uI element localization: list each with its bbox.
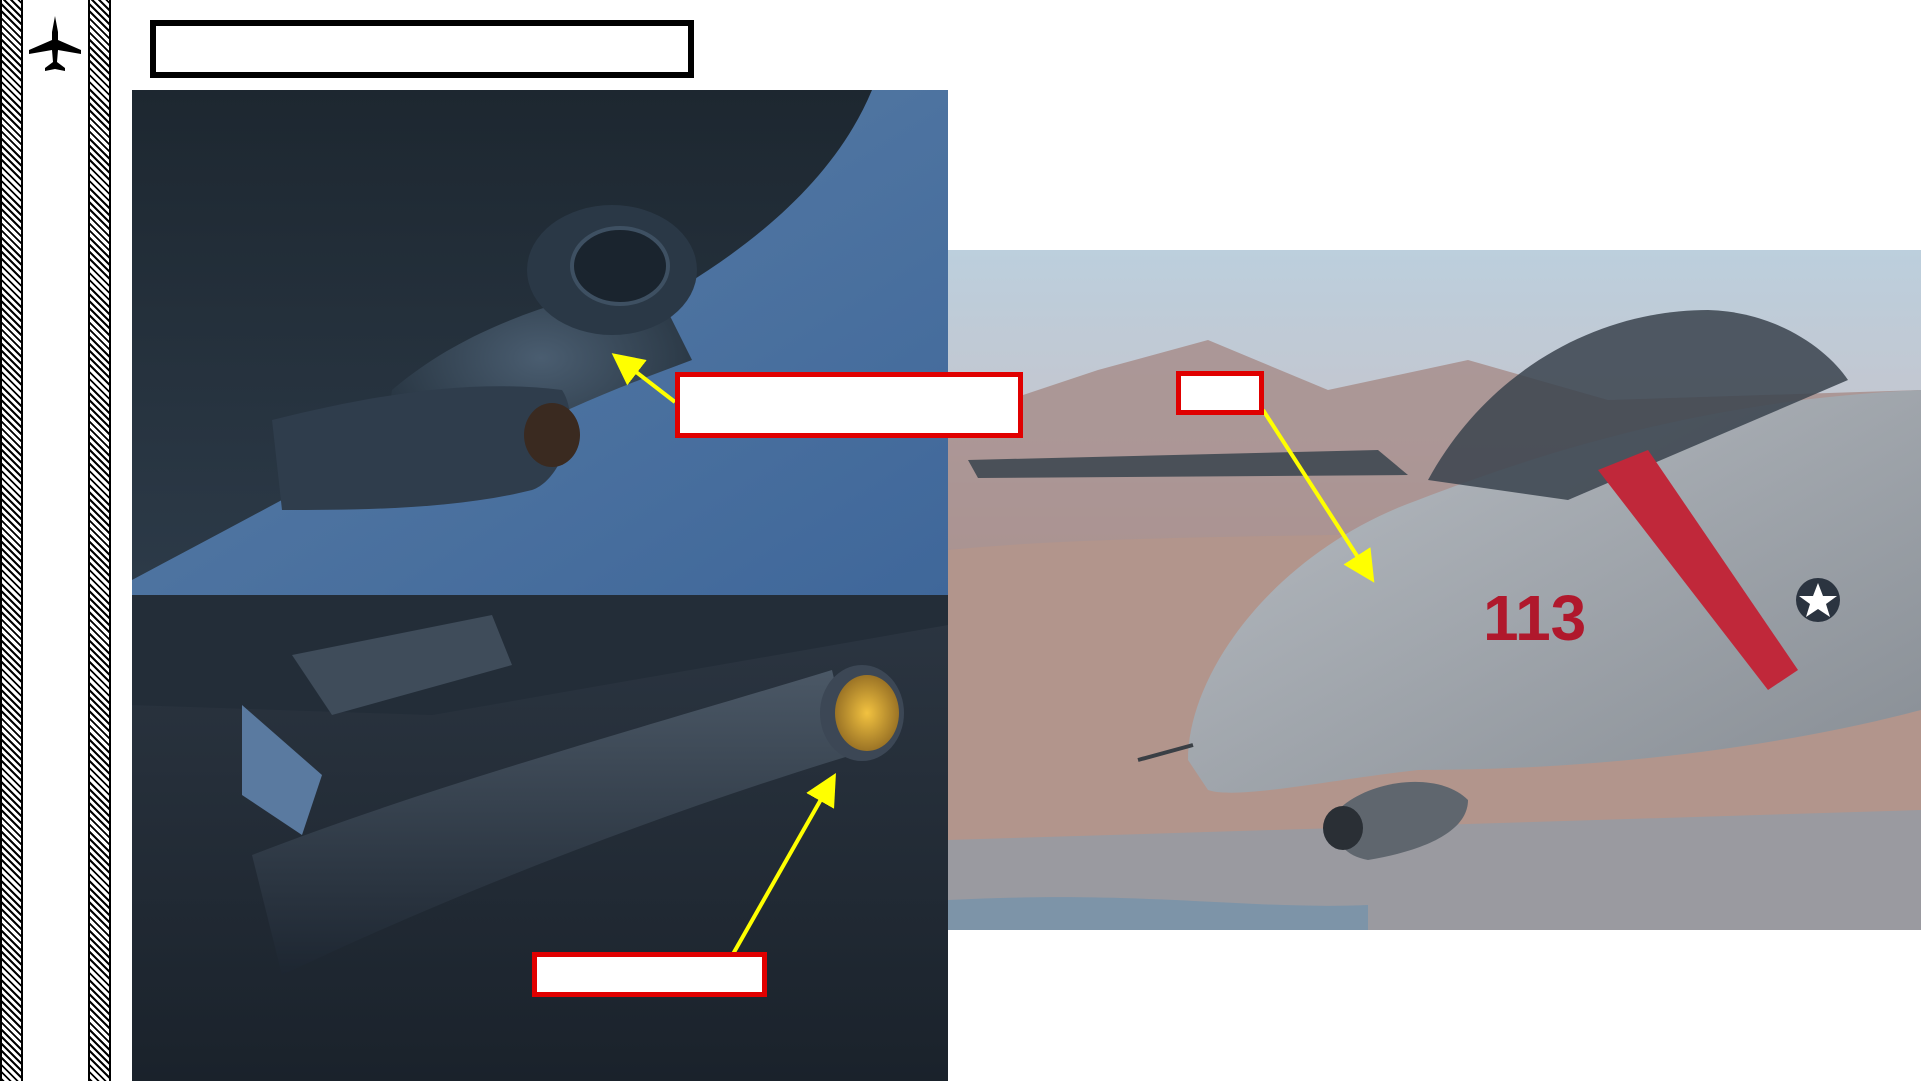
left-rail-hatch-outer bbox=[0, 0, 23, 1081]
callout-pod bbox=[675, 372, 1023, 438]
callout-seeker bbox=[532, 952, 767, 997]
nose-number: 113 bbox=[1483, 582, 1586, 654]
callout-radome bbox=[1176, 371, 1264, 415]
left-rail-hatch-inner bbox=[88, 0, 111, 1081]
photo-underwing-pod bbox=[132, 90, 948, 595]
jet-aircraft-icon bbox=[29, 16, 81, 71]
photo-f14-nose: 113 bbox=[948, 250, 1921, 930]
page-title bbox=[150, 20, 694, 78]
photo-missile-seeker bbox=[132, 595, 948, 1081]
